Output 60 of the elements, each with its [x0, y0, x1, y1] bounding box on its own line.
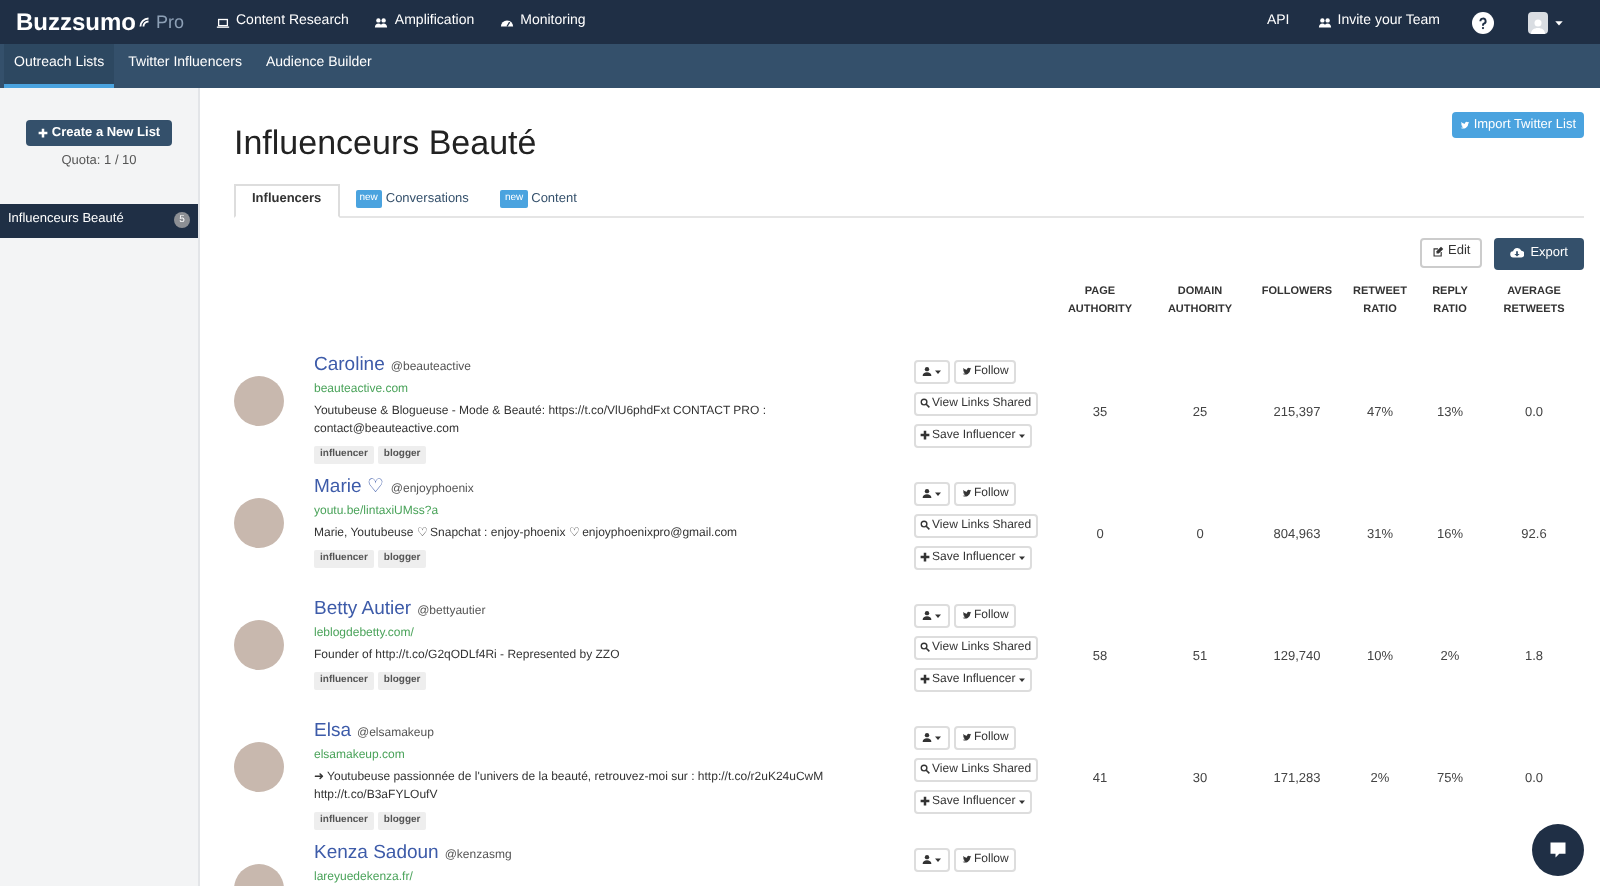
caret-icon — [934, 733, 942, 741]
signal-icon — [138, 16, 150, 28]
person-silhouette-icon — [1530, 17, 1546, 33]
plus-icon — [37, 128, 48, 138]
person-icon — [922, 488, 932, 498]
laptop-icon — [216, 15, 230, 29]
help-icon[interactable] — [1472, 11, 1494, 33]
person-menu-button[interactable] — [914, 481, 950, 505]
twitter-bird-icon — [962, 610, 972, 620]
avatar-photo-placeholder — [234, 741, 284, 791]
brand-edition: Pro — [156, 9, 185, 35]
plus-icon — [920, 552, 930, 562]
edit-icon — [1432, 246, 1444, 258]
caret-icon — [934, 489, 942, 497]
person-menu-button[interactable] — [914, 847, 950, 871]
page-title: Influenceurs Beauté — [234, 122, 537, 166]
search-icon — [920, 398, 930, 408]
caret-icon — [1554, 17, 1564, 27]
plus-icon — [920, 796, 930, 806]
twitter-bird-icon — [962, 366, 972, 376]
influencer-name[interactable]: Elsa — [314, 717, 351, 746]
twitter-bird-icon — [962, 488, 972, 498]
chat-bubble-icon — [1548, 840, 1568, 860]
account-menu-button[interactable] — [1528, 11, 1564, 33]
caret-icon — [1017, 797, 1026, 805]
caret-icon — [934, 855, 942, 863]
avatar-photo-placeholder — [234, 497, 284, 547]
twitter-bird-icon — [962, 732, 972, 742]
plus-icon — [920, 430, 930, 440]
person-icon — [922, 732, 932, 742]
caret-icon — [1017, 675, 1026, 683]
person-menu-button[interactable] — [914, 359, 950, 383]
influencer-name[interactable]: Betty Autier — [314, 595, 412, 624]
brand-name: Buzzsumo — [16, 6, 136, 40]
person-menu-button[interactable] — [914, 725, 950, 749]
plus-icon — [920, 674, 930, 684]
avatar-photo-placeholder — [234, 619, 284, 669]
caret-icon — [1017, 431, 1026, 439]
influencer-name[interactable]: Caroline — [314, 351, 385, 380]
users-icon — [374, 15, 389, 29]
person-icon — [922, 366, 932, 376]
caret-icon — [934, 367, 942, 375]
person-icon — [922, 610, 932, 620]
avatar-photo-placeholder — [234, 375, 284, 425]
influencer-name[interactable]: Kenza Sadoun — [314, 839, 439, 868]
gauge-icon — [500, 15, 515, 29]
search-icon — [920, 642, 930, 652]
question-mark-icon — [1476, 15, 1490, 29]
person-menu-button[interactable] — [914, 603, 950, 627]
search-icon — [920, 520, 930, 530]
person-icon — [922, 854, 932, 864]
twitter-bird-icon — [962, 854, 972, 864]
caret-icon — [934, 611, 942, 619]
search-icon — [920, 764, 930, 774]
twitter-bird-icon — [1459, 120, 1470, 130]
users-icon — [1317, 15, 1332, 29]
influencer-name[interactable]: Marie ♡ — [314, 473, 385, 502]
chat-help-button[interactable] — [1532, 824, 1584, 876]
caret-icon — [1017, 553, 1026, 561]
cloud-download-icon — [1510, 246, 1525, 260]
